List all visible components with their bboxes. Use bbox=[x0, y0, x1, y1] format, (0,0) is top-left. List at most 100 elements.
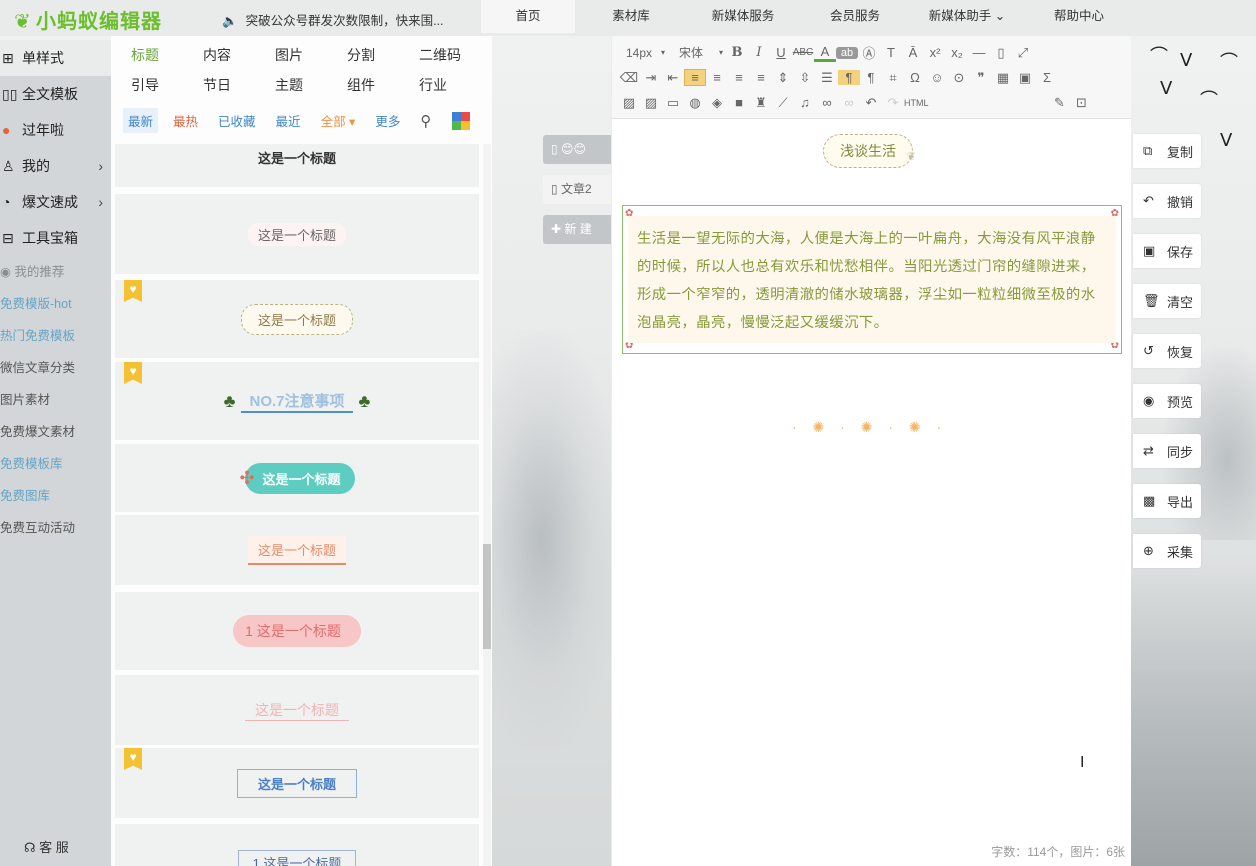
tab-image[interactable]: 图片 bbox=[275, 44, 347, 74]
tab-guide[interactable]: 引导 bbox=[131, 74, 203, 104]
style-card[interactable]: 1 这是一个标题 bbox=[115, 592, 479, 670]
sum-icon[interactable]: Σ bbox=[1036, 70, 1058, 85]
page-icon[interactable]: ▯ bbox=[990, 45, 1012, 61]
scrollbar-thumb[interactable] bbox=[483, 544, 491, 649]
tab-qrcode[interactable]: 二维码 bbox=[419, 44, 491, 74]
tab-festival[interactable]: 节日 bbox=[203, 74, 275, 104]
font-color-icon[interactable]: A bbox=[814, 44, 836, 62]
style-card[interactable]: ♣ NO.7注意事项 ♣ bbox=[115, 362, 479, 440]
recommend-link[interactable]: 热门免费模板 bbox=[0, 320, 111, 352]
video-icon[interactable]: ■ bbox=[728, 95, 750, 110]
export-button[interactable]: ▩ 导出 bbox=[1133, 484, 1201, 518]
style-card[interactable]: 1 这是一个标题 bbox=[115, 824, 479, 866]
sidebar-item-new-year[interactable]: ● 过年啦 bbox=[0, 112, 111, 148]
strikethrough-icon[interactable]: ABC bbox=[792, 47, 814, 58]
horizontal-rule-icon[interactable]: — bbox=[968, 45, 990, 60]
underline-icon[interactable]: U bbox=[770, 45, 792, 60]
nav-help-center[interactable]: 帮助中心 bbox=[1023, 0, 1135, 33]
palette-icon[interactable]: ◍ bbox=[684, 95, 706, 111]
filter-newest[interactable]: 最新 bbox=[123, 108, 159, 133]
style-card[interactable]: 这是一个标题 bbox=[115, 194, 479, 274]
redo-arrow-icon[interactable]: ↷ bbox=[882, 95, 904, 111]
indent-icon[interactable]: ⇥ bbox=[640, 70, 662, 86]
sync-button[interactable]: ⇄ 同步 bbox=[1133, 434, 1201, 468]
filter-hottest[interactable]: 最热 bbox=[168, 108, 203, 133]
preview-button[interactable]: ◉ 预览 bbox=[1133, 384, 1201, 418]
new-doc-button[interactable]: ✚ 新 建 bbox=[543, 215, 611, 244]
font-family-select[interactable]: 宋体 bbox=[666, 44, 716, 61]
tab-component[interactable]: 组件 bbox=[347, 74, 419, 104]
paragraph-text[interactable]: 生活是一望无际的大海，人便是大海上的一叶扁舟，大海没有风平浪静的时候，所以人也总… bbox=[628, 216, 1116, 343]
text-border-icon[interactable]: Ⓐ bbox=[858, 43, 880, 62]
align-left-icon[interactable]: ≡ bbox=[684, 69, 706, 86]
emoji-icon[interactable]: ☺ bbox=[926, 70, 948, 85]
recommend-link[interactable]: 免费互动活动 bbox=[0, 512, 111, 544]
align-center-icon[interactable]: ≡ bbox=[706, 70, 728, 85]
preview-frame-icon[interactable]: ⊡ bbox=[1071, 95, 1093, 111]
tab-content[interactable]: 内容 bbox=[203, 44, 275, 74]
sidebar-item-viral-article[interactable]: ◔ 爆文速成 › bbox=[0, 184, 111, 220]
stamp-icon[interactable]: ◈ bbox=[706, 95, 728, 111]
title-block[interactable]: 浅谈生活 ❦ bbox=[823, 134, 916, 168]
unlink-icon[interactable]: ∞ bbox=[838, 95, 860, 110]
font-size-select[interactable]: 14px bbox=[618, 46, 660, 60]
logo[interactable]: ❦ 小蚂蚁编辑器 bbox=[14, 5, 162, 34]
omega-icon[interactable]: Ω bbox=[904, 70, 926, 85]
search-replace-icon[interactable]: ⊙ bbox=[948, 70, 970, 86]
align-right-icon[interactable]: ≡ bbox=[728, 70, 750, 85]
fullscreen-icon[interactable]: ⤢ bbox=[1012, 45, 1034, 61]
undo-arrow-icon[interactable]: ↶ bbox=[860, 95, 882, 111]
eraser-icon[interactable]: ⌫ bbox=[618, 70, 640, 86]
slides-icon[interactable]: ▭ bbox=[662, 95, 684, 111]
music-icon[interactable]: ♫ bbox=[794, 95, 816, 110]
filter-all-dropdown[interactable]: 全部 ▾ bbox=[316, 108, 361, 133]
tab-divider[interactable]: 分割 bbox=[347, 44, 419, 74]
recommend-link[interactable]: 图片素材 bbox=[0, 384, 111, 416]
recommend-link[interactable]: 微信文章分类 bbox=[0, 352, 111, 384]
multi-image-icon[interactable]: ▨ bbox=[640, 95, 662, 111]
color-picker-icon[interactable] bbox=[452, 111, 471, 130]
table-icon[interactable]: ▦ bbox=[992, 70, 1014, 86]
recommend-link[interactable]: 免费爆文素材 bbox=[0, 416, 111, 448]
paragraph-spacing-icon[interactable]: ⇳ bbox=[794, 70, 816, 86]
tab-theme[interactable]: 主题 bbox=[275, 74, 347, 104]
search-icon[interactable]: ⚲ bbox=[415, 109, 436, 133]
ltr-icon[interactable]: ¶ bbox=[838, 70, 860, 85]
subscript-icon[interactable]: x₂ bbox=[946, 45, 968, 60]
italic-icon[interactable]: I bbox=[748, 45, 770, 60]
paste-icon[interactable]: ▣ bbox=[1014, 70, 1036, 86]
sidebar-item-full-template[interactable]: ▯▯ 全文模板 bbox=[0, 76, 111, 112]
html-icon[interactable]: HTML bbox=[904, 98, 929, 108]
save-button[interactable]: ▣ 保存 bbox=[1133, 234, 1201, 268]
filter-favorited[interactable]: 已收藏 bbox=[213, 108, 261, 133]
doc-tab-emoji[interactable]: ▯ 😊😊 bbox=[543, 135, 611, 164]
style-card[interactable]: 这是一个标题 bbox=[115, 748, 479, 818]
superscript-icon[interactable]: x² bbox=[924, 45, 946, 60]
image-icon[interactable]: ▨ bbox=[618, 95, 640, 111]
doc-tab-article2[interactable]: ▯ 文章2 bbox=[543, 175, 611, 204]
text-shadow-icon[interactable]: T bbox=[880, 45, 902, 60]
style-card[interactable]: 这是一个标题 bbox=[115, 515, 479, 585]
tab-title[interactable]: 标题 bbox=[131, 44, 203, 74]
customer-service-button[interactable]: ☊ 客 服 bbox=[24, 837, 69, 856]
align-justify-icon[interactable]: ≡ bbox=[750, 70, 772, 85]
recommend-link[interactable]: 免费图库 bbox=[0, 480, 111, 512]
filter-more[interactable]: 更多 bbox=[370, 108, 405, 133]
nav-media-assistant[interactable]: 新媒体助手 ⌄ bbox=[911, 0, 1023, 33]
style-card[interactable]: ✣ 这是一个标题 bbox=[115, 444, 479, 512]
paragraph-block[interactable]: ✿ ✿ ✿ ✿ 生活是一望无际的大海，人便是大海上的一叶扁舟，大海没有风平浪静的… bbox=[622, 205, 1122, 354]
restore-button[interactable]: ↺ 恢复 bbox=[1133, 334, 1201, 368]
row-spacing-icon[interactable]: ☰ bbox=[816, 70, 838, 86]
outdent-icon[interactable]: ⇤ bbox=[662, 70, 684, 86]
bold-icon[interactable]: B bbox=[726, 45, 748, 60]
style-card[interactable]: 这是一个标题 bbox=[115, 280, 479, 358]
style-card[interactable]: 这是一个标题 bbox=[115, 144, 479, 187]
panel-scrollbar[interactable] bbox=[483, 144, 491, 866]
clear-button[interactable]: 🗑 清空 bbox=[1133, 284, 1201, 318]
recommend-link[interactable]: 免费模版-hot bbox=[0, 288, 111, 320]
rtl-icon[interactable]: ¶ bbox=[860, 70, 882, 85]
magic-wand-icon[interactable]: ⟋ bbox=[772, 95, 794, 111]
nav-home[interactable]: 首页 bbox=[481, 0, 575, 33]
recommend-link[interactable]: 免费模板库 bbox=[0, 448, 111, 480]
notice-marquee[interactable]: 🔈 突破公众号群发次数限制，快来围... bbox=[222, 10, 472, 29]
